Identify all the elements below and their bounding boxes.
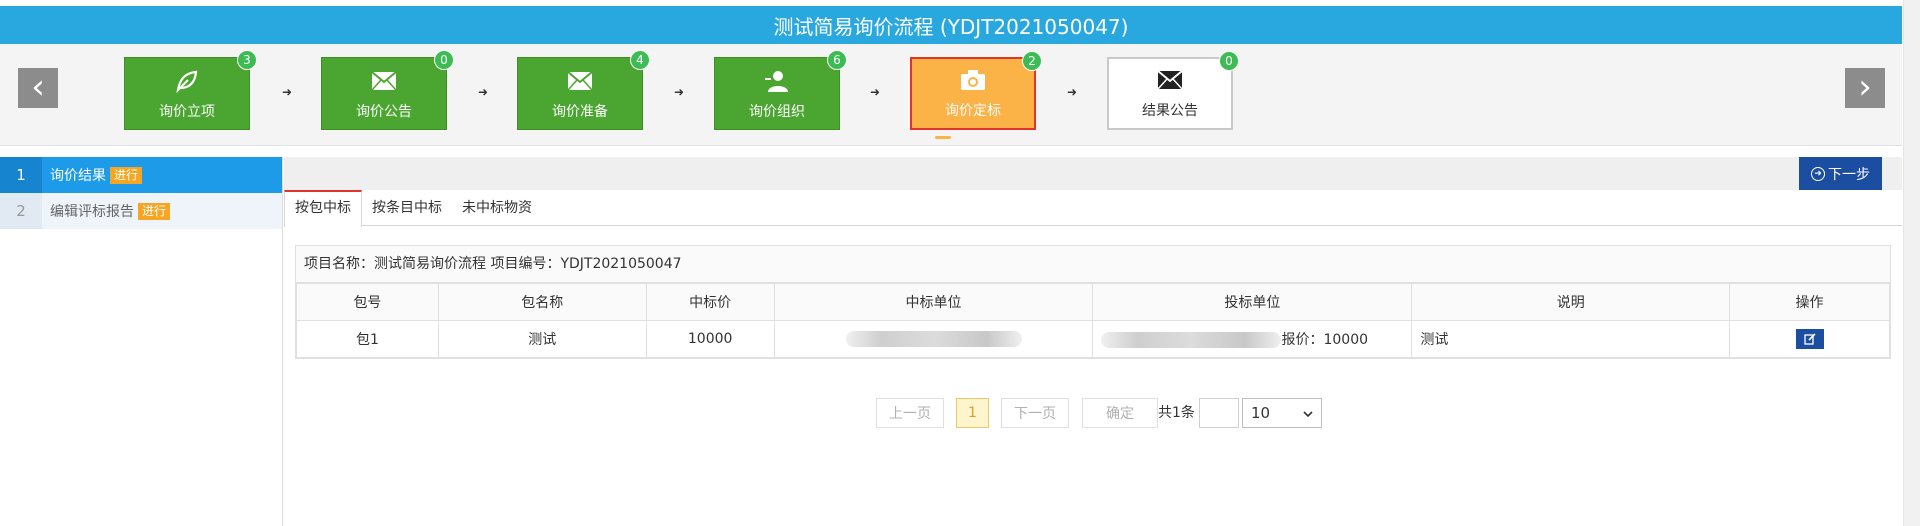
chevron-down-icon <box>1303 404 1313 422</box>
status-badge: 进行 <box>138 202 171 220</box>
column-header: 操作 <box>1729 283 1890 321</box>
redacted-text <box>845 331 1022 347</box>
step-inquiry-organize[interactable]: 询价组织 6 <box>714 50 847 130</box>
content-action-bar <box>284 157 1902 190</box>
step-inquiry-notice[interactable]: 询价公告 0 <box>321 50 454 130</box>
step-count-badge: 2 <box>1022 51 1042 71</box>
redacted-text <box>1101 332 1282 348</box>
arrow-right-icon: ➜ <box>869 85 881 99</box>
step-count-badge: 6 <box>827 50 847 70</box>
sidebar-item-number: 2 <box>0 193 42 229</box>
step-inquiry-award[interactable]: 询价定标 2 <box>910 51 1042 130</box>
step-count-badge: 3 <box>237 50 257 70</box>
result-panel: 项目名称：测试简易询价流程 项目编号：YDJT2021050047 包号 包名称… <box>295 245 1891 359</box>
next-page-button[interactable]: 下一页 <box>1001 398 1069 428</box>
sidebar-item-edit-report[interactable]: 2 编辑评标报告 进行 <box>0 193 282 229</box>
note: 测试 <box>1411 320 1731 358</box>
status-badge: 进行 <box>110 166 143 184</box>
step-label: 询价公告 <box>356 104 412 120</box>
sidebar: 1 询价结果 进行 2 编辑评标报告 进行 <box>0 157 283 526</box>
edit-button[interactable] <box>1795 329 1824 349</box>
step-result-notice[interactable]: 结果公告 0 <box>1107 51 1239 130</box>
tab-unawarded[interactable]: 未中标物资 <box>452 190 542 226</box>
page-title: 测试简易询价流程 (YDJT2021050047) <box>773 14 1129 39</box>
page-title-bar: 测试简易询价流程 (YDJT2021050047) <box>0 6 1902 44</box>
winning-company <box>773 320 1094 358</box>
chevron-left-icon: ‹ <box>31 67 45 107</box>
page-size-value: 10 <box>1251 404 1271 422</box>
next-step-label: 下一步 <box>1828 166 1870 183</box>
arrow-circle-right-icon: ➜ <box>1811 166 1825 181</box>
step-count-badge: 0 <box>434 50 454 70</box>
next-step-button[interactable]: ➜ 下一步 <box>1799 157 1882 190</box>
leaf-icon <box>173 67 201 95</box>
step-count-badge: 0 <box>1219 51 1239 71</box>
page-size-select[interactable]: 10 <box>1242 398 1322 428</box>
current-page-button[interactable]: 1 <box>956 398 989 428</box>
prev-page-button[interactable]: 上一页 <box>876 398 944 428</box>
result-table: 包号 包名称 中标价 中标单位 投标单位 说明 操作 包1 测试 10000 报… <box>296 283 1890 358</box>
operation-cell <box>1729 320 1890 358</box>
bidding-company: 报价：10000 <box>1092 320 1413 358</box>
sidebar-item-inquiry-result[interactable]: 1 询价结果 进行 <box>0 157 282 193</box>
arrow-right-icon: ➜ <box>477 85 489 99</box>
result-tabs: 按包中标 按条目中标 未中标物资 <box>284 190 1902 227</box>
step-label: 询价准备 <box>552 104 608 120</box>
column-header: 中标价 <box>645 283 775 321</box>
step-inquiry-prepare[interactable]: 询价准备 4 <box>517 50 650 130</box>
package-name: 测试 <box>437 320 647 358</box>
page-number-input[interactable] <box>1199 398 1239 428</box>
envelope-icon <box>1156 66 1184 94</box>
chevron-right-icon: › <box>1858 67 1872 107</box>
arrow-right-icon: ➜ <box>1066 85 1078 99</box>
winning-price: 10000 <box>645 320 775 358</box>
table-header-row: 包号 包名称 中标价 中标单位 投标单位 说明 操作 <box>296 283 1890 321</box>
step-label: 结果公告 <box>1142 103 1198 119</box>
sidebar-item-label: 编辑评标报告 <box>50 204 134 220</box>
column-header: 包名称 <box>437 283 647 321</box>
column-header: 包号 <box>296 283 439 321</box>
tab-by-item[interactable]: 按条目中标 <box>362 190 452 226</box>
table-row: 包1 测试 10000 报价：10000 测试 <box>296 320 1890 358</box>
column-header: 中标单位 <box>773 283 1094 321</box>
user-icon <box>763 67 791 95</box>
process-steps: ‹ 询价立项 3 ➜ 询价公告 0 ➜ 询价准备 4 ➜ 询价组织 6 ➜ 询价… <box>0 44 1902 146</box>
column-header: 投标单位 <box>1092 283 1413 321</box>
bid-quote: 报价：10000 <box>1281 332 1369 348</box>
arrow-right-icon: ➜ <box>673 85 685 99</box>
total-count: 共1条 <box>1158 405 1195 421</box>
sidebar-item-number: 1 <box>0 157 42 193</box>
envelope-icon <box>566 67 594 95</box>
project-info: 项目名称：测试简易询价流程 项目编号：YDJT2021050047 <box>296 246 1890 283</box>
steps-next-button[interactable]: › <box>1845 68 1885 108</box>
step-label: 询价立项 <box>159 104 215 120</box>
step-inquiry-project[interactable]: 询价立项 3 <box>124 50 257 130</box>
arrow-right-icon: ➜ <box>281 85 293 99</box>
sidebar-item-label: 询价结果 <box>50 168 106 184</box>
edit-icon <box>1803 333 1816 345</box>
vertical-scrollbar[interactable] <box>1903 0 1920 526</box>
package-number: 包1 <box>296 320 439 358</box>
active-step-indicator <box>935 136 951 139</box>
confirm-page-button[interactable]: 确定 <box>1082 398 1158 428</box>
envelope-icon <box>370 67 398 95</box>
steps-prev-button[interactable]: ‹ <box>18 68 58 108</box>
tab-by-package[interactable]: 按包中标 <box>284 190 362 227</box>
step-label: 询价组织 <box>749 104 805 120</box>
camera-icon <box>959 66 987 94</box>
column-header: 说明 <box>1411 283 1731 321</box>
step-count-badge: 4 <box>630 50 650 70</box>
step-label: 询价定标 <box>945 103 1001 119</box>
